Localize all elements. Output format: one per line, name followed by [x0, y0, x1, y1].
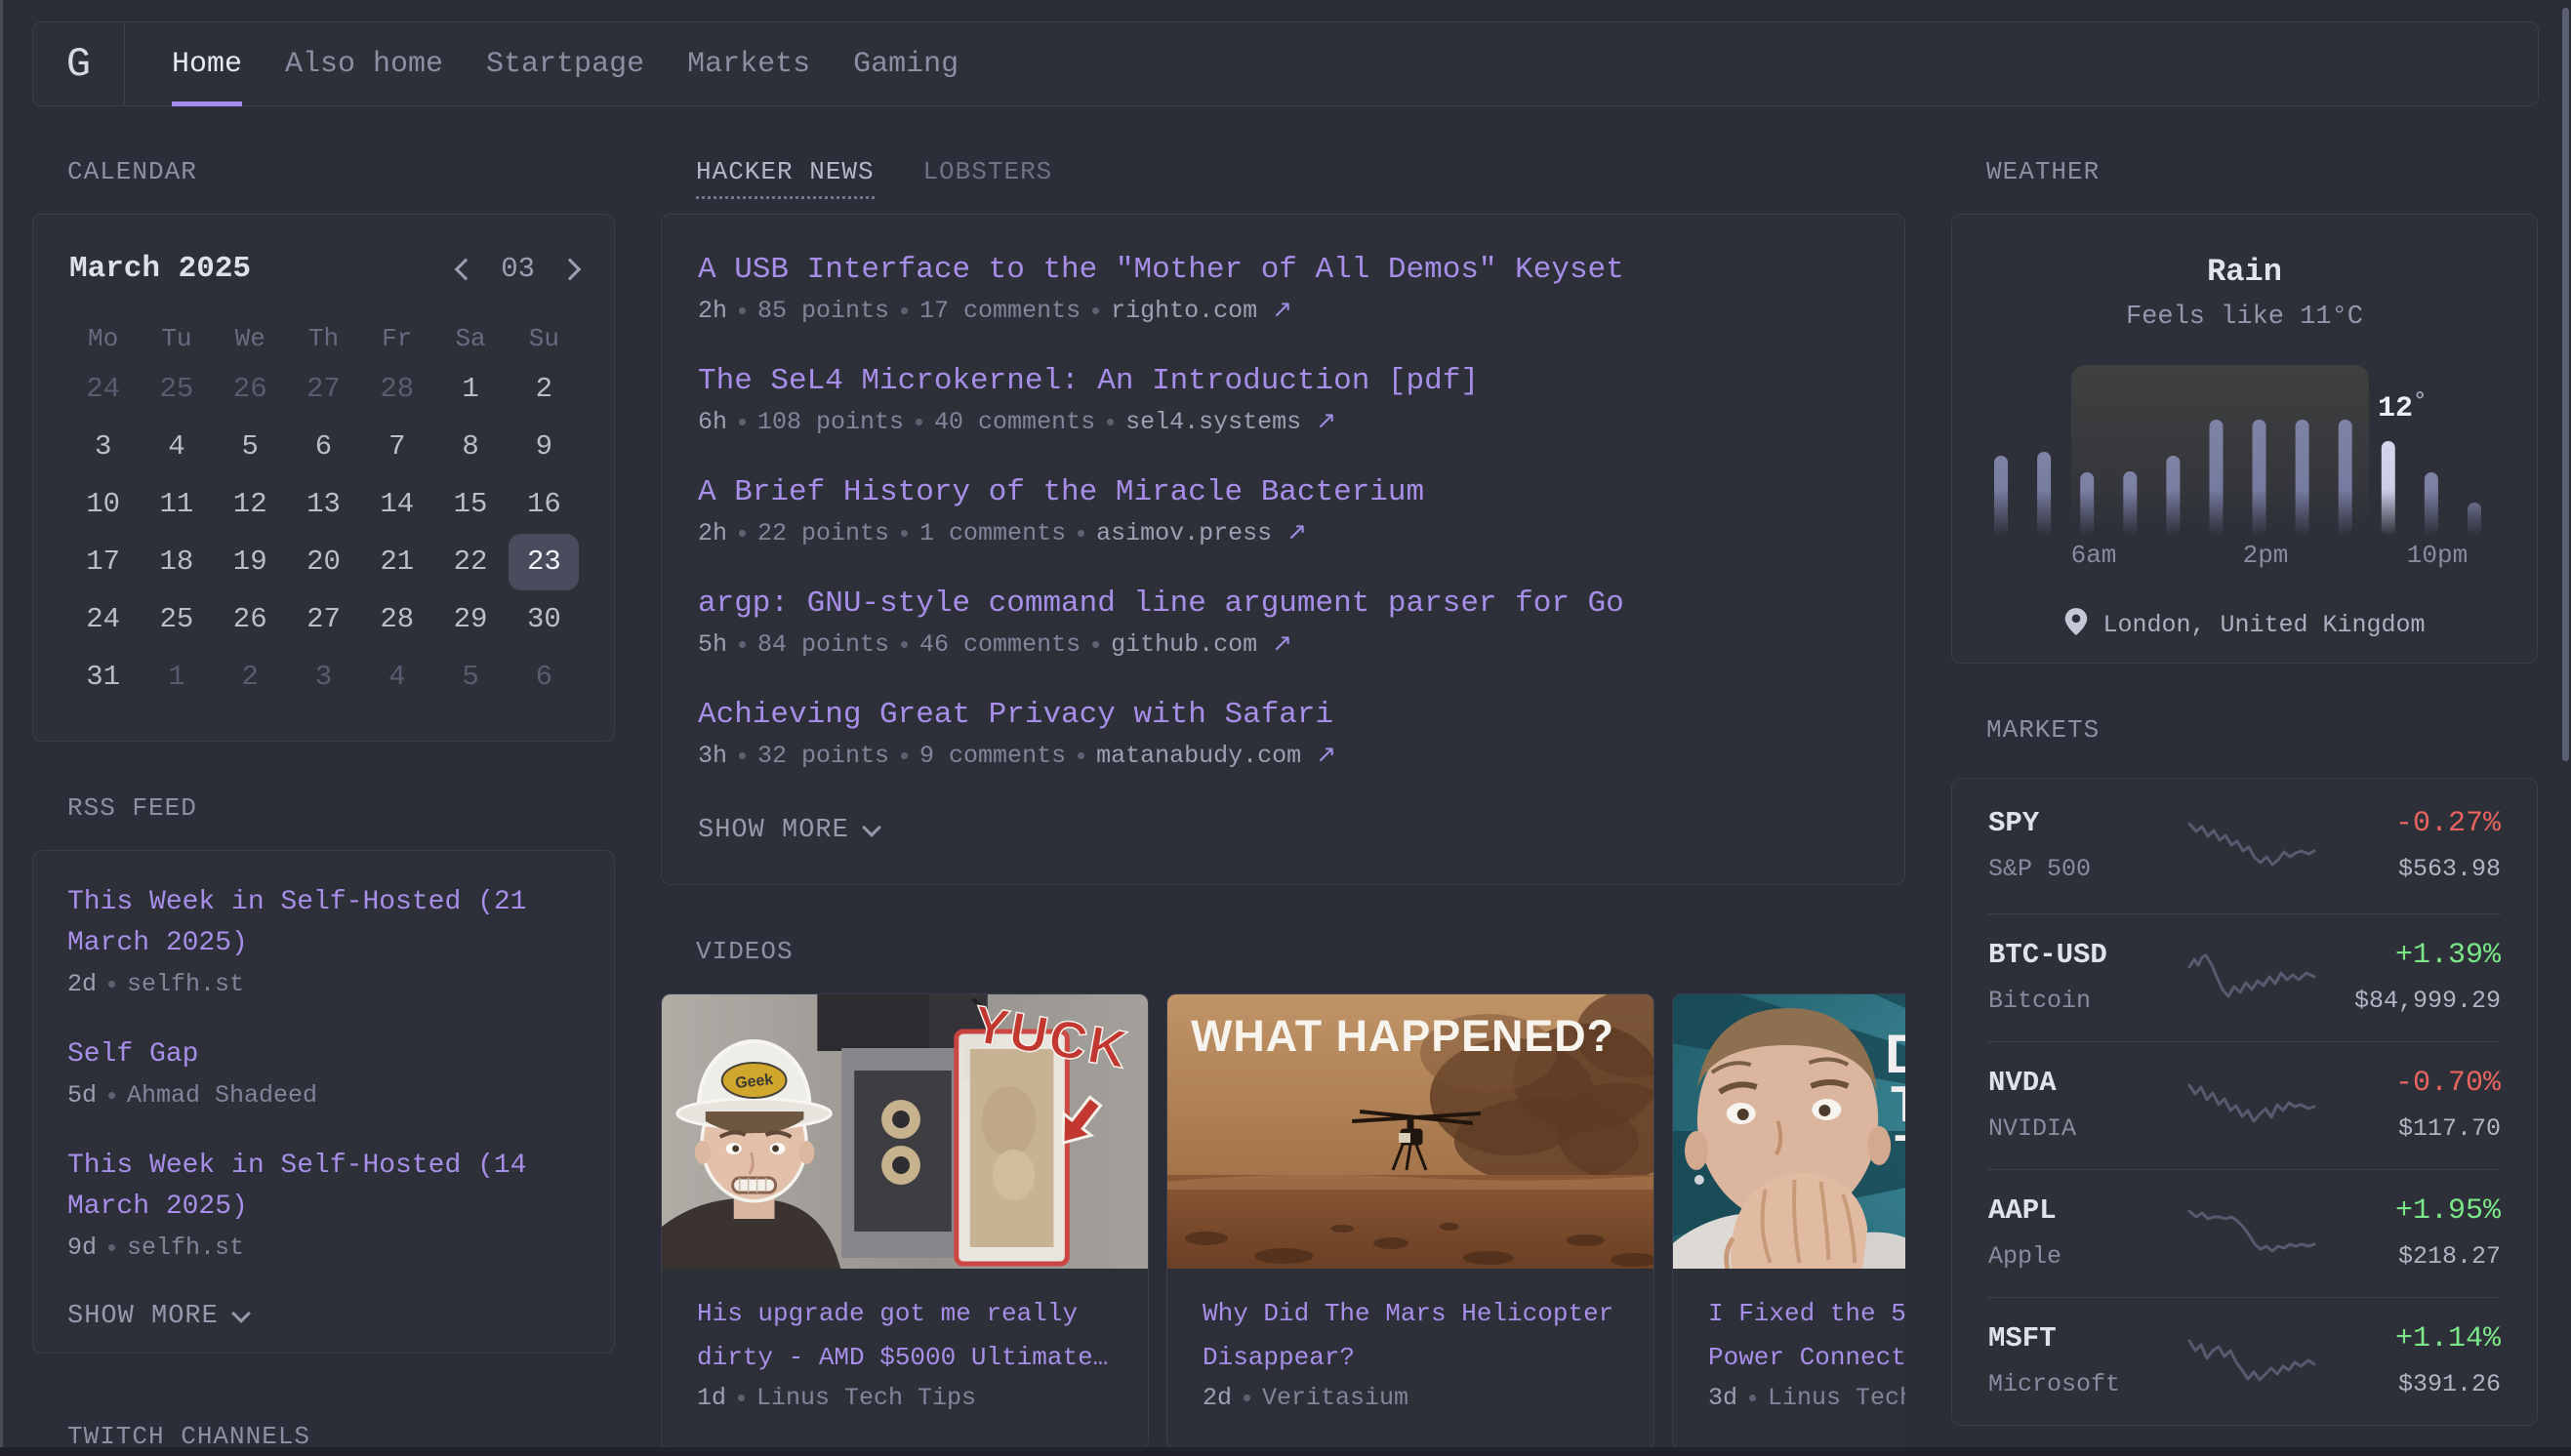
- svg-text:WHAT HAPPENED?: WHAT HAPPENED?: [1191, 1011, 1614, 1061]
- svg-text:T: T: [1895, 1124, 1905, 1181]
- svg-text:12°: 12°: [2378, 389, 2427, 425]
